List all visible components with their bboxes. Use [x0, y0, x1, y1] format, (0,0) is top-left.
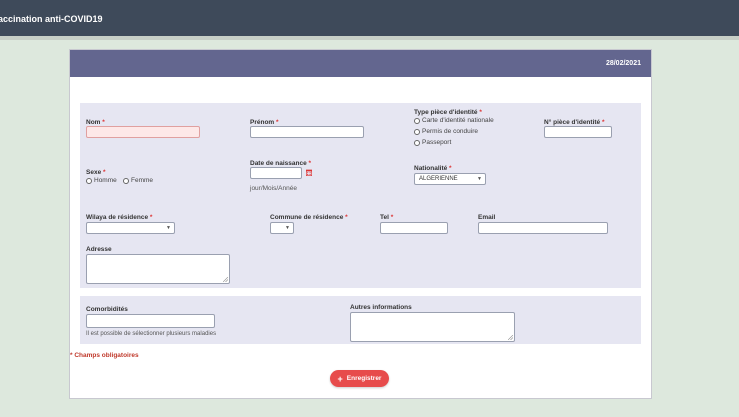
num-piece-label: N° pièce d'identité *	[544, 119, 605, 126]
radio-icon	[86, 177, 92, 184]
chevron-down-icon: ▼	[166, 225, 171, 231]
adresse-label: Adresse	[86, 246, 112, 253]
app-title: accination anti-COVID19	[0, 14, 103, 24]
tel-label: Tel *	[380, 214, 394, 221]
radio-carte-identite[interactable]: Carte d'identité nationale	[414, 117, 494, 124]
prenom-input[interactable]	[250, 126, 364, 138]
radio-femme[interactable]: Femme	[123, 177, 153, 184]
radio-icon	[414, 117, 420, 124]
contact-panel: Wilaya de résidence * ▼ Commune de résid…	[80, 208, 641, 288]
app-topbar: accination anti-COVID19	[0, 0, 739, 36]
resize-handle-icon[interactable]	[223, 277, 228, 282]
wilaya-label: Wilaya de résidence *	[86, 214, 153, 221]
sexe-label: Sexe *	[86, 169, 106, 176]
autres-textarea[interactable]	[350, 312, 515, 342]
plus-icon: +	[337, 373, 343, 384]
radio-icon	[414, 139, 420, 146]
prenom-label: Prénom *	[250, 119, 279, 126]
dob-label: Date de naissance *	[250, 160, 312, 167]
nationalite-label: Nationalité *	[414, 165, 452, 172]
required-note: * Champs obligatoires	[70, 352, 139, 359]
num-piece-input[interactable]	[544, 126, 612, 138]
chevron-down-icon: ▼	[477, 176, 482, 182]
type-piece-label: Type pièce d'identité *	[414, 109, 482, 116]
radio-permis[interactable]: Permis de conduire	[414, 128, 478, 135]
radio-icon	[123, 177, 129, 184]
autres-label: Autres informations	[350, 304, 412, 311]
registration-form-card: 28/02/2021 Nom * Prénom * Type pièce d'i…	[69, 49, 652, 399]
radio-icon	[414, 128, 420, 135]
comorbidites-label: Comorbidités	[86, 306, 128, 313]
dob-hint: jour/Mois/Année	[250, 185, 297, 192]
form-date: 28/02/2021	[605, 60, 641, 67]
tel-input[interactable]	[380, 222, 448, 234]
chevron-down-icon: ▼	[285, 225, 290, 231]
nom-label: Nom *	[86, 119, 105, 126]
comorbidites-hint: Il est possible de sélectionner plusieur…	[86, 331, 217, 337]
radio-passeport[interactable]: Passeport	[414, 139, 451, 146]
commune-select[interactable]: ▼	[270, 222, 294, 234]
dob-input[interactable]	[250, 167, 302, 179]
form-header: 28/02/2021	[70, 50, 651, 77]
commune-label: Commune de résidence *	[270, 214, 348, 221]
medical-panel: Comorbidités Il est possible de sélectio…	[80, 296, 641, 344]
resize-handle-icon[interactable]	[508, 335, 513, 340]
email-input[interactable]	[478, 222, 608, 234]
nom-input[interactable]	[86, 126, 200, 138]
nationalite-select[interactable]: ALGERIENNE ▼	[414, 173, 486, 185]
save-button[interactable]: + Enregistrer	[330, 370, 389, 387]
email-label: Email	[478, 214, 496, 221]
wilaya-select[interactable]: ▼	[86, 222, 175, 234]
topbar-divider	[0, 36, 739, 40]
save-label: Enregistrer	[346, 375, 382, 382]
comorbidites-input[interactable]	[86, 314, 215, 328]
adresse-textarea[interactable]	[86, 254, 230, 284]
radio-homme[interactable]: Homme	[86, 177, 117, 184]
calendar-icon[interactable]	[306, 169, 312, 176]
